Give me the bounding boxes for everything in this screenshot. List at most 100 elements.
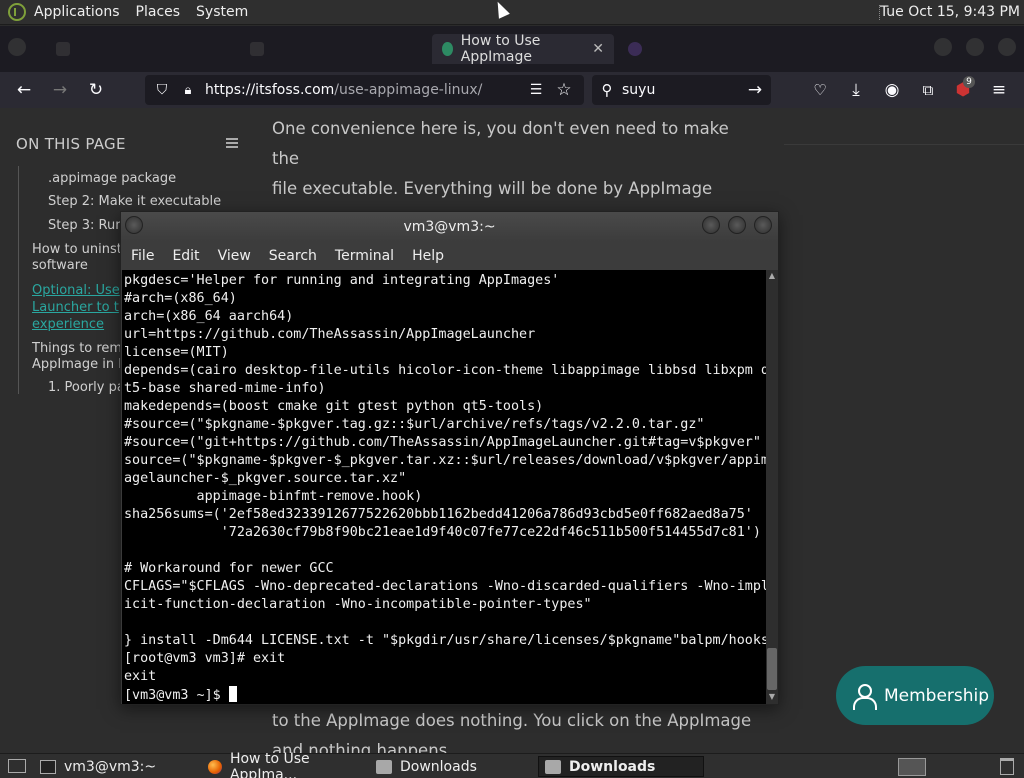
reader-view-icon[interactable]: ☰ bbox=[525, 79, 547, 101]
terminal-line: [root@vm3 vm3]# exit bbox=[124, 651, 286, 666]
toc-item[interactable]: Step 2: Make it executable bbox=[48, 194, 221, 210]
minimize-icon[interactable] bbox=[702, 216, 720, 234]
terminal-title: vm3@vm3:~ bbox=[403, 219, 496, 235]
terminal-line: makedepends=(boost cmake git gtest pytho… bbox=[124, 399, 544, 414]
forward-icon[interactable]: → bbox=[49, 79, 71, 101]
close-window-icon[interactable] bbox=[998, 38, 1016, 56]
tab-favicon-icon bbox=[56, 42, 70, 56]
url-path: /use-appimage-linux/ bbox=[334, 82, 483, 98]
membership-label: Membership bbox=[884, 685, 990, 706]
terminal-line: CFLAGS="$CFLAGS -Wno-deprecated-declarat… bbox=[124, 579, 766, 594]
terminal-menubar: File Edit View Search Terminal Help bbox=[121, 242, 778, 270]
tab-favicon-icon bbox=[250, 42, 264, 56]
article-line: to the AppImage does nothing. You click … bbox=[272, 711, 752, 730]
taskbar-item-downloads-active[interactable]: Downloads bbox=[538, 756, 704, 777]
toc-item-active[interactable]: Optional: Use bbox=[32, 283, 120, 299]
terminal-window[interactable]: vm3@vm3:~ File Edit View Search Terminal… bbox=[120, 211, 779, 705]
search-bar[interactable]: ⚲ suyu → bbox=[592, 75, 771, 105]
back-icon[interactable]: ← bbox=[13, 79, 35, 101]
pocket-icon[interactable]: ♡ bbox=[809, 79, 831, 101]
workspace-switcher[interactable] bbox=[898, 758, 926, 776]
folder-icon bbox=[545, 759, 561, 774]
menu-places[interactable]: Places bbox=[136, 4, 181, 20]
taskbar-label: Downloads bbox=[400, 758, 477, 775]
scroll-down-icon[interactable]: ▼ bbox=[767, 692, 777, 702]
toc-item[interactable]: How to uninst bbox=[32, 242, 122, 258]
account-icon[interactable]: ◉ bbox=[881, 79, 903, 101]
tab-1[interactable] bbox=[46, 34, 236, 64]
menu-terminal[interactable]: Terminal bbox=[335, 248, 394, 264]
distro-logo-icon[interactable] bbox=[8, 3, 26, 21]
terminal-line: sha256sums=('2ef58ed3233912677522620bbb1… bbox=[124, 507, 753, 522]
close-tab-icon[interactable]: ✕ bbox=[592, 41, 604, 57]
terminal-line: appimage-binfmt-remove.hook) bbox=[124, 489, 423, 504]
toc-item[interactable]: .appimage package bbox=[48, 171, 176, 187]
tab-4[interactable] bbox=[618, 34, 808, 64]
taskbar-item-terminal[interactable]: vm3@vm3:~ bbox=[34, 756, 200, 777]
toc-list-icon[interactable] bbox=[226, 138, 238, 148]
terminal-line: #source=("$pkgname-$pkgver.tag.gz::$url/… bbox=[124, 417, 705, 432]
url-text: https://itsfoss.com/use-appimage-linux/ bbox=[205, 82, 482, 98]
show-desktop-icon[interactable] bbox=[8, 759, 26, 773]
toc-item-active[interactable]: Launcher to t bbox=[32, 300, 119, 316]
downloads-icon[interactable]: ⤓ bbox=[845, 79, 867, 101]
toc-item[interactable]: 1. Poorly pa bbox=[48, 380, 125, 396]
toc-item[interactable]: software bbox=[32, 258, 88, 274]
terminal-line: [vm3@vm3 ~]$ bbox=[124, 686, 766, 704]
trash-icon[interactable] bbox=[1000, 758, 1014, 775]
terminal-cursor bbox=[228, 686, 237, 702]
toc-item-active[interactable]: experience bbox=[32, 317, 104, 333]
terminal-scrollbar[interactable]: ▲ ▼ bbox=[766, 270, 778, 704]
reload-icon[interactable]: ↻ bbox=[85, 79, 107, 101]
menu-applications[interactable]: Applications bbox=[34, 4, 120, 20]
search-icon: ⚲ bbox=[601, 81, 613, 99]
taskbar-label: Downloads bbox=[569, 758, 656, 775]
menu-file[interactable]: File bbox=[131, 248, 154, 264]
menu-system[interactable]: System bbox=[196, 4, 248, 20]
terminal-titlebar[interactable]: vm3@vm3:~ bbox=[121, 212, 778, 242]
window-menu-icon[interactable] bbox=[125, 216, 143, 234]
menu-search[interactable]: Search bbox=[269, 248, 317, 264]
search-go-icon[interactable]: → bbox=[744, 79, 766, 101]
window-menu-icon[interactable] bbox=[8, 38, 26, 56]
maximize-icon[interactable] bbox=[966, 38, 984, 56]
terminal-screen[interactable]: pkgdesc='Helper for running and integrat… bbox=[122, 270, 766, 704]
taskbar-item-firefox[interactable]: How to Use AppIma... bbox=[202, 751, 368, 778]
shield-icon[interactable]: ⛉ bbox=[151, 79, 173, 101]
menu-edit[interactable]: Edit bbox=[172, 248, 199, 264]
scrollbar-thumb[interactable] bbox=[767, 648, 777, 690]
search-input[interactable]: suyu bbox=[622, 82, 655, 98]
terminal-line: #arch=(x86_64) bbox=[124, 291, 237, 306]
close-icon[interactable] bbox=[754, 216, 772, 234]
maximize-icon[interactable] bbox=[728, 216, 746, 234]
clock[interactable]: Tue Oct 15, 9:43 PM bbox=[880, 4, 1020, 20]
bookmark-star-icon[interactable]: ☆ bbox=[553, 79, 575, 101]
tab-label: How to Use AppImage bbox=[460, 33, 541, 65]
taskbar-item-downloads[interactable]: Downloads bbox=[370, 756, 536, 777]
hamburger-menu-icon[interactable]: ≡ bbox=[988, 79, 1010, 101]
extensions-icon[interactable]: ⧉ bbox=[917, 79, 939, 101]
toc-item[interactable]: Things to rem bbox=[32, 341, 122, 357]
toc-item[interactable]: Step 3: Run bbox=[48, 218, 123, 234]
terminal-line: # Workaround for newer GCC bbox=[124, 561, 334, 576]
scroll-up-icon[interactable]: ▲ bbox=[767, 271, 777, 281]
tab-active[interactable]: How to Use AppImage ✕ bbox=[432, 33, 614, 65]
terminal-line: exit bbox=[124, 669, 157, 684]
membership-button[interactable]: Membership bbox=[836, 666, 994, 725]
url-bar[interactable]: ⛉ 🔒︎ https://itsfoss.com/use-appimage-li… bbox=[145, 75, 584, 105]
terminal-line: url=https://github.com/TheAssassin/AppIm… bbox=[124, 327, 536, 342]
top-panel: Applications Places System Tue Oct 15, 9… bbox=[0, 0, 1024, 25]
taskbar-label: How to Use AppIma... bbox=[229, 750, 310, 778]
person-icon bbox=[852, 683, 877, 710]
toc-item[interactable]: AppImage in L bbox=[32, 357, 125, 373]
terminal-line: #source=("git+https://github.com/TheAssa… bbox=[124, 435, 761, 450]
menu-view[interactable]: View bbox=[218, 248, 251, 264]
terminal-output: pkgdesc='Helper for running and integrat… bbox=[124, 272, 766, 704]
tab-2[interactable] bbox=[240, 34, 430, 64]
menu-help[interactable]: Help bbox=[412, 248, 444, 264]
lock-icon[interactable]: 🔒︎ bbox=[177, 79, 199, 101]
minimize-icon[interactable] bbox=[934, 38, 952, 56]
bottom-taskbar: vm3@vm3:~ How to Use AppIma... Downloads… bbox=[0, 751, 1024, 778]
right-column-divider bbox=[784, 144, 1024, 145]
